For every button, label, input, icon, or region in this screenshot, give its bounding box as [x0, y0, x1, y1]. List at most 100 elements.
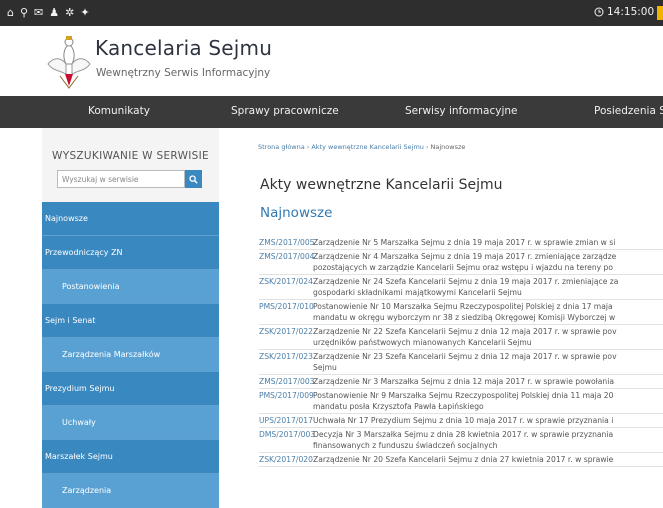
sidebar-item-label: Zarządzenia Marszałków — [62, 350, 161, 359]
document-title-line: urzędników państwowych mianowanych Kance… — [313, 338, 532, 347]
document-title[interactable]: Zarządzenie Nr 22 Szefa Kancelarii Sejmu… — [313, 326, 617, 348]
top-icons: ⌂ ⚲ ✉ ♟ ✲ ✦ — [7, 5, 90, 20]
list-item[interactable]: UPS/2017/017 Uchwała Nr 17 Prezydium Sejm… — [259, 414, 663, 428]
list-item[interactable]: ZMS/2017/003 Zarządzenie Nr 3 Marszałka S… — [259, 375, 663, 389]
list-item[interactable]: ZSK/2017/022 Zarządzenie Nr 22 Szefa Kanc… — [259, 325, 663, 350]
breadcrumb-current: Najnowsze — [430, 143, 466, 151]
document-title[interactable]: Zarządzenie Nr 3 Marszałka Sejmu z dnia … — [313, 376, 614, 387]
document-title-line: Zarządzenie Nr 4 Marszałka Sejmu z dnia … — [313, 252, 617, 261]
list-item[interactable]: DMS/2017/003 Decyzja Nr 3 Marszałka Sejmu… — [259, 428, 663, 453]
breadcrumb-section[interactable]: Akty wewnętrzne Kancelarii Sejmu — [311, 143, 424, 151]
user-icon[interactable]: ♟ — [49, 5, 59, 20]
search-form — [57, 170, 202, 188]
document-title[interactable]: Uchwała Nr 17 Prezydium Sejmu z dnia 10 … — [313, 415, 613, 426]
document-title-line: Postanowienie Nr 10 Marszałka Sejmu Rzec… — [313, 302, 613, 311]
clock-time: 14:15:00 — [607, 6, 655, 18]
search-input[interactable] — [57, 170, 185, 188]
main-navigation: Komunikaty Sprawy pracownicze Serwisy in… — [0, 96, 663, 128]
document-title-line: Sejmu — [313, 363, 337, 372]
document-list: ZMS/2017/005 Zarządzenie Nr 5 Marszałka S… — [259, 236, 663, 467]
document-code[interactable]: ZMS/2017/003 — [259, 376, 315, 387]
sidebar-item-label: Prezydium Sejmu — [45, 384, 115, 393]
sidebar-item-uchwaly[interactable]: Uchwały — [42, 406, 219, 440]
document-code[interactable]: UPS/2017/017 — [259, 415, 313, 426]
document-title-line: Zarządzenie Nr 20 Szefa Kancelarii Sejmu… — [313, 455, 614, 464]
search-button[interactable] — [185, 170, 202, 188]
document-title-line: mandatu posła Krzysztofa Pawła Łapińskie… — [313, 402, 484, 411]
document-title-line: pozostających w zarządzie Kancelarii Sej… — [313, 263, 614, 272]
list-item[interactable]: ZSK/2017/020 Zarządzenie Nr 20 Szefa Kanc… — [259, 453, 663, 467]
settings-icon[interactable]: ✲ — [65, 5, 74, 20]
list-item[interactable]: ZSK/2017/023 Zarządzenie Nr 23 Szefa Kanc… — [259, 350, 663, 375]
search-heading: WYSZUKIWANIE W SERWISIE — [52, 150, 209, 162]
list-item[interactable]: ZSK/2017/024 Zarządzenie Nr 24 Szefa Kanc… — [259, 275, 663, 300]
document-title-line: Zarządzenie Nr 23 Szefa Kancelarii Sejmu… — [313, 352, 617, 361]
site-subtitle: Wewnętrzny Serwis Informacyjny — [96, 67, 271, 79]
nav-item-sprawy-pracownicze[interactable]: Sprawy pracownicze — [231, 105, 339, 117]
list-item[interactable]: PMS/2017/009 Postanowienie Nr 9 Marszałka… — [259, 389, 663, 414]
list-item[interactable]: ZMS/2017/004 Zarządzenie Nr 4 Marszałka S… — [259, 250, 663, 275]
sidebar-item-label: Marszałek Sejmu — [45, 452, 113, 461]
document-code[interactable]: DMS/2017/003 — [259, 429, 315, 451]
document-code[interactable]: PMS/2017/010 — [259, 301, 314, 323]
breadcrumb-home[interactable]: Strona główna — [258, 143, 305, 151]
nav-item-serwisy-informacyjne[interactable]: Serwisy informacyjne — [405, 105, 517, 117]
sidebar-item-prezydium-sejmu[interactable]: Prezydium Sejmu — [42, 372, 219, 406]
document-code[interactable]: PMS/2017/009 — [259, 390, 314, 412]
breadcrumb-separator: › — [425, 143, 429, 151]
document-title-line: finansowanych z funduszu świadczeń socja… — [313, 441, 498, 450]
clock-icon — [594, 7, 604, 17]
sidebar-item-label: Przewodniczący ZN — [45, 248, 123, 257]
accent-marker[interactable] — [657, 6, 663, 20]
document-title-line: Zarządzenie Nr 5 Marszałka Sejmu z dnia … — [313, 238, 616, 247]
sejm-eagle-logo[interactable] — [44, 34, 94, 90]
document-title-line: Zarządzenie Nr 3 Marszałka Sejmu z dnia … — [313, 377, 615, 386]
document-title-line: mandatu w okręgu wyborczym nr 38 z siedz… — [313, 313, 616, 322]
sidebar-item-najnowsze[interactable]: Najnowsze — [42, 202, 219, 236]
document-code[interactable]: ZMS/2017/004 — [259, 251, 315, 273]
sidebar-item-postanowienia[interactable]: Postanowienia — [42, 270, 219, 304]
list-item[interactable]: ZMS/2017/005 Zarządzenie Nr 5 Marszałka S… — [259, 236, 663, 250]
document-title[interactable]: Decyzja Nr 3 Marszałka Sejmu z dnia 28 k… — [313, 429, 613, 451]
sidebar-item-marszalek-sejmu[interactable]: Marszałek Sejmu — [42, 440, 219, 474]
document-title-line: gospodarki składnikami majątkowymi Kance… — [313, 288, 522, 297]
document-code[interactable]: ZSK/2017/024 — [259, 276, 313, 298]
document-code[interactable]: ZSK/2017/022 — [259, 326, 313, 348]
sidebar-item-label: Zarządzenia — [62, 486, 112, 495]
sitemap-icon[interactable]: ⚲ — [20, 5, 28, 20]
document-code[interactable]: ZSK/2017/023 — [259, 351, 313, 373]
document-title[interactable]: Zarządzenie Nr 4 Marszałka Sejmu z dnia … — [313, 251, 616, 273]
site-header: Kancelaria Sejmu Wewnętrzny Serwis Infor… — [0, 26, 663, 96]
breadcrumb: Strona główna › Akty wewnętrzne Kancelarii… — [258, 143, 465, 151]
sidebar-item-label: Postanowienia — [62, 282, 120, 291]
nav-item-posiedzenia[interactable]: Posiedzenia Se — [594, 105, 663, 117]
document-title[interactable]: Zarządzenie Nr 20 Szefa Kancelarii Sejmu… — [313, 454, 613, 465]
document-title[interactable]: Zarządzenie Nr 24 Szefa Kancelarii Sejmu… — [313, 276, 618, 298]
document-title-line: Uchwała Nr 17 Prezydium Sejmu z dnia 10 … — [313, 416, 614, 425]
document-code[interactable]: ZSK/2017/020 — [259, 454, 313, 465]
accessibility-icon[interactable]: ✦ — [80, 5, 89, 20]
document-title[interactable]: Zarządzenie Nr 5 Marszałka Sejmu z dnia … — [313, 237, 615, 248]
document-title-line: Zarządzenie Nr 22 Szefa Kancelarii Sejmu… — [313, 327, 617, 336]
sidebar-item-zarzadzenia-marszalkow[interactable]: Zarządzenia Marszałków — [42, 338, 219, 372]
sidebar-item-label: Sejm i Senat — [45, 316, 96, 325]
document-title-line: Zarządzenie Nr 24 Szefa Kancelarii Sejmu… — [313, 277, 619, 286]
document-title[interactable]: Zarządzenie Nr 23 Szefa Kancelarii Sejmu… — [313, 351, 617, 373]
site-title[interactable]: Kancelaria Sejmu — [95, 36, 272, 60]
clock: 14:15:00 — [594, 6, 654, 18]
sidebar-menu: Najnowsze Przewodniczący ZN Postanowieni… — [42, 202, 219, 508]
top-bar: ⌂ ⚲ ✉ ♟ ✲ ✦ 14:15:00 — [0, 0, 663, 26]
search-icon — [189, 174, 198, 184]
sidebar-item-sejm-i-senat[interactable]: Sejm i Senat — [42, 304, 219, 338]
nav-item-komunikaty[interactable]: Komunikaty — [88, 105, 150, 117]
sidebar-item-label: Uchwały — [62, 418, 96, 427]
document-code[interactable]: ZMS/2017/005 — [259, 237, 315, 248]
home-icon[interactable]: ⌂ — [7, 5, 14, 20]
document-title[interactable]: Postanowienie Nr 9 Marszałka Sejmu Rzecz… — [313, 390, 613, 412]
sidebar-item-przewodniczacy-zn[interactable]: Przewodniczący ZN — [42, 236, 219, 270]
document-title[interactable]: Postanowienie Nr 10 Marszałka Sejmu Rzec… — [313, 301, 615, 323]
list-item[interactable]: PMS/2017/010 Postanowienie Nr 10 Marszałk… — [259, 300, 663, 325]
main-content: Strona główna › Akty wewnętrzne Kancelarii… — [248, 128, 663, 503]
mail-icon[interactable]: ✉ — [34, 5, 43, 20]
left-sidebar: WYSZUKIWANIE W SERWISIE Najnowsze Przewo… — [42, 128, 219, 508]
